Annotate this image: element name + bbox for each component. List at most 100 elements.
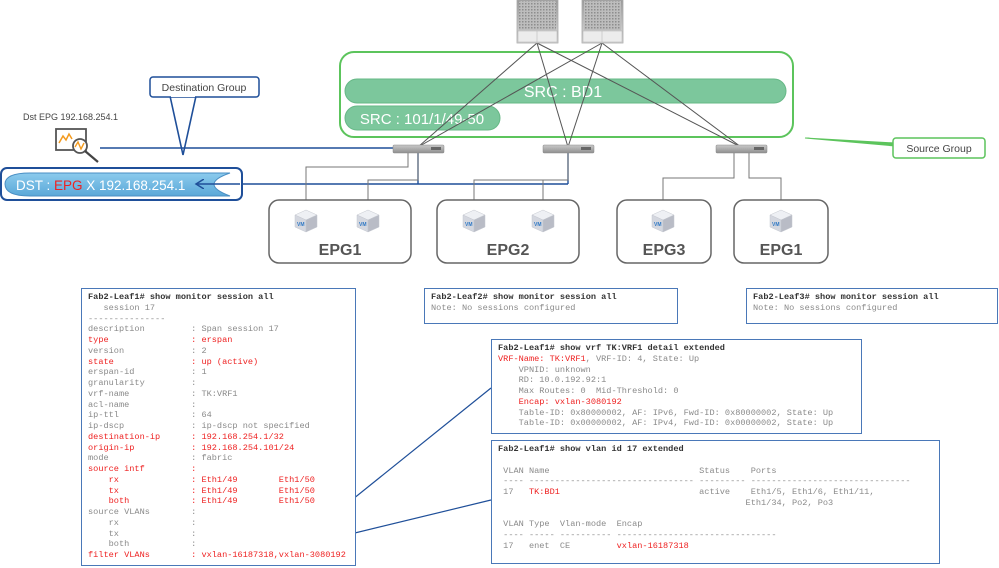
analyzer-icon [55, 128, 99, 163]
terminal-text: mode : fabric [88, 453, 233, 464]
vm-label: VM [772, 222, 780, 228]
destination-group-label: Destination Group [162, 82, 247, 94]
leaf1-monitor-terminal: Fab2-Leaf1# show monitor session all ses… [81, 288, 356, 566]
terminal-text: , VRF-ID: 4, State: Up [585, 353, 700, 364]
epg-label: EPG1 [319, 242, 362, 259]
terminal-output-line: tx : [88, 529, 349, 540]
terminal-text: 17 [498, 487, 529, 497]
terminal-text: version : 2 [88, 345, 207, 356]
highlighted-value: type : erspan [88, 335, 233, 345]
terminal-text: ---- ----- ---------- ------------------… [498, 530, 777, 540]
terminal-output-line: vrf-name : TK:VRF1 [88, 389, 349, 400]
leaf2-monitor-terminal: Fab2-Leaf2# show monitor session all Note… [424, 288, 678, 324]
epg-label: EPG2 [487, 242, 530, 259]
source-group-callout-pointer [804, 137, 896, 147]
terminal-text: Fab2-Leaf3# show monitor session all [753, 292, 939, 302]
dst-pill-label: DST : EPG X 192.168.254.1 [16, 178, 185, 193]
terminal-text: vrf-name : TK:VRF1 [88, 388, 238, 399]
highlighted-value: origin-ip : 192.168.254.101/24 [88, 442, 295, 453]
terminal-text: tx : [88, 528, 197, 539]
terminal-output-line: description : Span session 17 [88, 324, 349, 335]
terminal-text: VLAN Name Status Ports [498, 465, 777, 476]
terminal-output-line: granularity : [88, 378, 349, 389]
terminal-output-line: rx : [88, 518, 349, 529]
spine-switch-icon [516, 0, 559, 44]
terminal-command-line: Fab2-Leaf3# show monitor session all [753, 292, 991, 303]
terminal-output-line: source VLANs : [88, 507, 349, 518]
vm-label: VM [654, 222, 662, 228]
terminal-text: VLAN Type Vlan-mode Encap [498, 519, 643, 530]
terminal-text: description : Span session 17 [88, 324, 279, 335]
terminal-output-line: VRF-Name: TK:VRF1, VRF-ID: 4, State: Up [498, 354, 855, 365]
terminal-output-line [498, 509, 933, 520]
terminal-text: Fab2-Leaf1# show vlan id 17 extended [498, 444, 684, 454]
terminal-output-line: VLAN Type Vlan-mode Encap [498, 519, 933, 530]
leaf-switch-icon [392, 144, 445, 154]
epg-group: EPG1 [268, 199, 412, 264]
host-links [305, 153, 782, 206]
highlighted-value: destination-ip : 192.168.254.1/32 [88, 431, 284, 442]
terminal-text: Note: No sessions configured [431, 302, 576, 313]
terminal-text: Fab2-Leaf1# show monitor session all [88, 292, 274, 302]
highlighted-value: source intf : [88, 464, 197, 474]
terminal-command-line: Fab2-Leaf1# show monitor session all [88, 292, 349, 303]
terminal-output-line: type : erspan [88, 335, 349, 346]
leaf1-vlan-terminal: Fab2-Leaf1# show vlan id 17 extended VLA… [491, 440, 940, 564]
vm-icon: VM [294, 209, 318, 233]
vm-label: VM [465, 222, 473, 228]
terminal-output-line: tx : Eth1/49 Eth1/50 [88, 486, 349, 497]
terminal-text: Table-ID: 0x80000002, AF: IPv6, Fwd-ID: … [498, 407, 834, 418]
vm-layer: VM VM VM VM VM VM [294, 209, 793, 233]
terminal-command-line: Fab2-Leaf1# show vrf TK:VRF1 detail exte… [498, 343, 855, 354]
terminal-output-line: Max Routes: 0 Mid-Threshold: 0 [498, 386, 855, 397]
highlighted-value: Encap: vxlan-3080192 [518, 396, 622, 407]
terminal-output-line: rx : Eth1/49 Eth1/50 [88, 475, 349, 486]
terminal-output-line: both : Eth1/49 Eth1/50 [88, 496, 349, 507]
terminal-text: both : [88, 539, 197, 550]
terminal-command-line: Fab2-Leaf2# show monitor session all [431, 292, 671, 303]
terminal-text: Eth1/34, Po2, Po3 [498, 497, 834, 508]
epg-group: EPG2 [436, 199, 580, 264]
terminal-output-line: RD: 10.0.192.92:1 [498, 375, 855, 386]
epg-label: EPG3 [643, 242, 686, 259]
terminal-text: ip-ttl : 64 [88, 410, 212, 421]
terminal-output-line: version : 2 [88, 346, 349, 357]
source-group-label: Source Group [906, 143, 972, 155]
vm-icon: VM [531, 209, 555, 233]
terminal-text: VPNID: unknown [498, 364, 591, 375]
terminal-text: erspan-id : 1 [88, 367, 207, 378]
terminal-text: acl-name : [88, 399, 197, 410]
terminal-command-line: Fab2-Leaf1# show vlan id 17 extended [498, 444, 933, 455]
vm-icon: VM [356, 209, 380, 233]
terminal-output-line: filter VLANs : vxlan-16187318,vxlan-3080… [88, 550, 349, 561]
terminal-text: active Eth1/5, Eth1/6, Eth1/11, [559, 487, 875, 497]
highlighted-value: state : up (active) [88, 356, 259, 367]
terminal-output-line: Encap: vxlan-3080192 [498, 397, 855, 408]
terminal-text: Table-ID: 0x00000002, AF: IPv4, Fwd-ID: … [498, 418, 834, 429]
terminal-text: --------------- [88, 313, 166, 324]
highlighted-value: tx : Eth1/49 Eth1/50 [88, 485, 315, 496]
highlighted-value: rx : Eth1/49 Eth1/50 [88, 474, 315, 485]
epg-label: EPG1 [760, 242, 803, 259]
terminal-output-line: ip-ttl : 64 [88, 410, 349, 421]
terminal-text: Fab2-Leaf1# show vrf TK:VRF1 detail exte… [498, 343, 725, 353]
terminal-text: Fab2-Leaf2# show monitor session all [431, 292, 617, 302]
terminal-text: Note: No sessions configured [753, 302, 898, 313]
terminal-output-line: erspan-id : 1 [88, 367, 349, 378]
dst-epg-label: Dst EPG 192.168.254.1 [23, 112, 118, 122]
highlighted-value: vxlan-16187318 [616, 540, 689, 551]
terminal-output-line [498, 455, 933, 466]
terminal-output-line: state : up (active) [88, 357, 349, 368]
terminal-text: ip-dscp : ip-dscp not specified [88, 421, 310, 431]
terminal-output-line: acl-name : [88, 400, 349, 411]
terminal-output-line: Note: No sessions configured [753, 303, 991, 314]
leaf3-monitor-terminal: Fab2-Leaf3# show monitor session all Note… [746, 288, 998, 324]
highlighted-value: TK:BD1 [528, 487, 560, 497]
terminal-output-line: Note: No sessions configured [431, 303, 671, 314]
terminal-output-line: VLAN Name Status Ports [498, 466, 933, 477]
leaf-switch-icon [715, 144, 768, 154]
vm-icon: VM [651, 209, 675, 233]
leaf1-vrf-terminal: Fab2-Leaf1# show vrf TK:VRF1 detail exte… [491, 339, 862, 434]
